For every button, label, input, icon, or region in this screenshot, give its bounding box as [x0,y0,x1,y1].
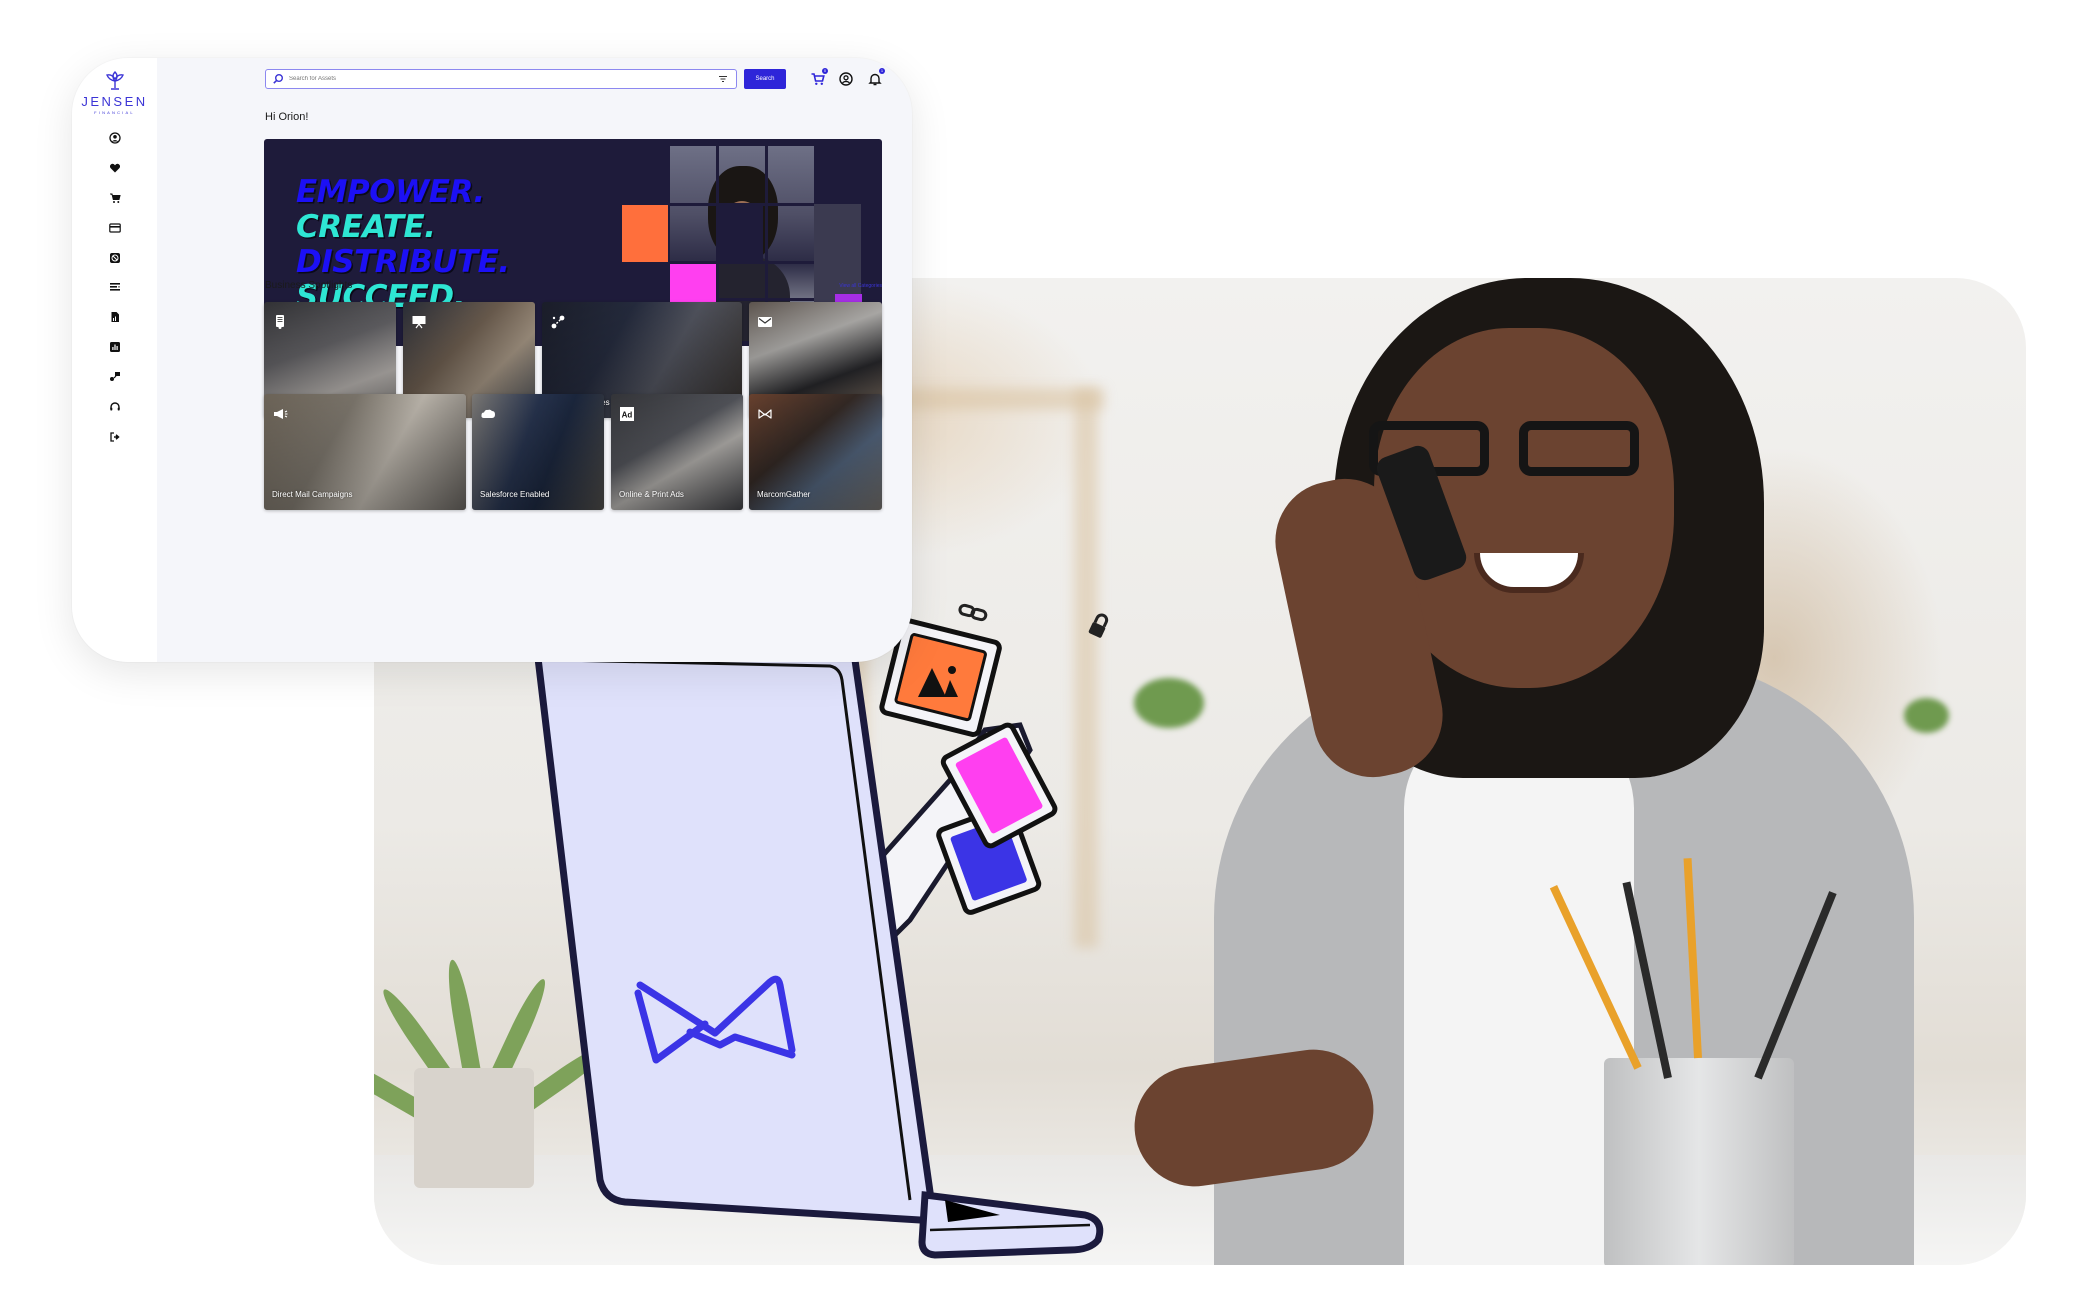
search-icon [273,74,283,84]
headset-icon [110,402,120,411]
section-title: Business Spotlights [265,280,353,291]
brand-logo[interactable]: JENSEN FINANCIAL [72,70,157,115]
digital-delivery-icon [551,315,565,329]
svg-text:Ad: Ad [622,411,633,420]
logout-icon [110,432,120,442]
sidebar-item-billing[interactable] [108,221,122,235]
orange-square [622,205,668,262]
tile-label: Direct Mail Campaigns [272,490,353,499]
badge-icon [110,253,120,263]
megaphone-icon [274,409,288,419]
file-chart-icon [111,312,119,322]
sidebar-item-cart[interactable] [108,191,122,205]
search-input[interactable] [289,76,718,82]
user-circle-icon [109,132,121,144]
brand-name: JENSEN [81,94,148,109]
notifications-button[interactable]: 1 [867,68,885,87]
presentation-icon [412,316,426,329]
link-icon [958,603,988,622]
sidebar-item-lists[interactable] [108,280,122,294]
brand-subtitle: FINANCIAL [94,110,135,115]
view-all-categories-link[interactable]: View all Categories [839,283,882,289]
sidebar-item-integrations[interactable] [108,370,122,384]
bar-chart-icon [110,342,120,352]
heart-icon [109,163,121,173]
tile-label: Online & Print Ads [619,490,684,499]
lock-icon [1088,613,1109,638]
brochure-icon [276,315,284,329]
banner-line: CREATE. [296,209,436,245]
laptop-illustration [534,603,1109,1259]
list-icon [110,283,120,291]
sidebar-item-analytics[interactable] [108,340,122,354]
sidebar-item-salesforce[interactable] [108,251,122,265]
tile-label: MarcomGather [757,490,811,499]
ad-icon: Ad [620,407,634,421]
sidebar-item-reports[interactable] [108,310,122,324]
search-button[interactable]: Search [744,69,786,89]
shapes-icon [110,372,120,381]
sidebar: JENSEN FINANCIAL [72,58,157,662]
tile-direct-mail-campaigns[interactable]: Direct Mail Campaigns [264,394,466,510]
pencil-cup [1604,1058,1794,1265]
banner-headline: EMPOWER. CREATE. DISTRIBUTE. SUCCEED. [296,175,510,315]
salesforce-cloud-icon [481,409,495,418]
cart-button[interactable]: 0 [810,68,828,87]
banner-line: DISTRIBUTE. [296,244,510,280]
cart-badge: 0 [822,68,828,74]
sidebar-item-logout[interactable] [108,430,122,444]
notifications-badge: 1 [879,68,885,74]
marcom-logo-icon [758,409,772,419]
sidebar-item-support[interactable] [108,400,122,414]
credit-card-icon [109,223,121,233]
cart-icon [110,193,121,203]
app-window: JENSEN FINANCIAL Search for Assets Searc… [72,58,912,662]
filter-icon[interactable] [718,74,728,84]
account-button[interactable] [838,71,854,87]
user-circle-icon [839,72,853,86]
tile-label: Salesforce Enabled [480,490,550,499]
banner-line: EMPOWER. [296,174,485,210]
tile-marcomgather[interactable]: MarcomGather [749,394,882,510]
tile-online-print-ads[interactable]: Ad Online & Print Ads [611,394,743,510]
sidebar-item-profile[interactable] [108,131,122,145]
navy-square [716,204,763,261]
search-bar [265,69,737,89]
lotus-logo-icon [105,71,124,90]
tile-salesforce-enabled[interactable]: Salesforce Enabled [472,394,604,510]
envelope-icon [758,317,772,327]
greeting: Hi Orion! [265,111,309,123]
sidebar-item-favorites[interactable] [108,161,122,175]
